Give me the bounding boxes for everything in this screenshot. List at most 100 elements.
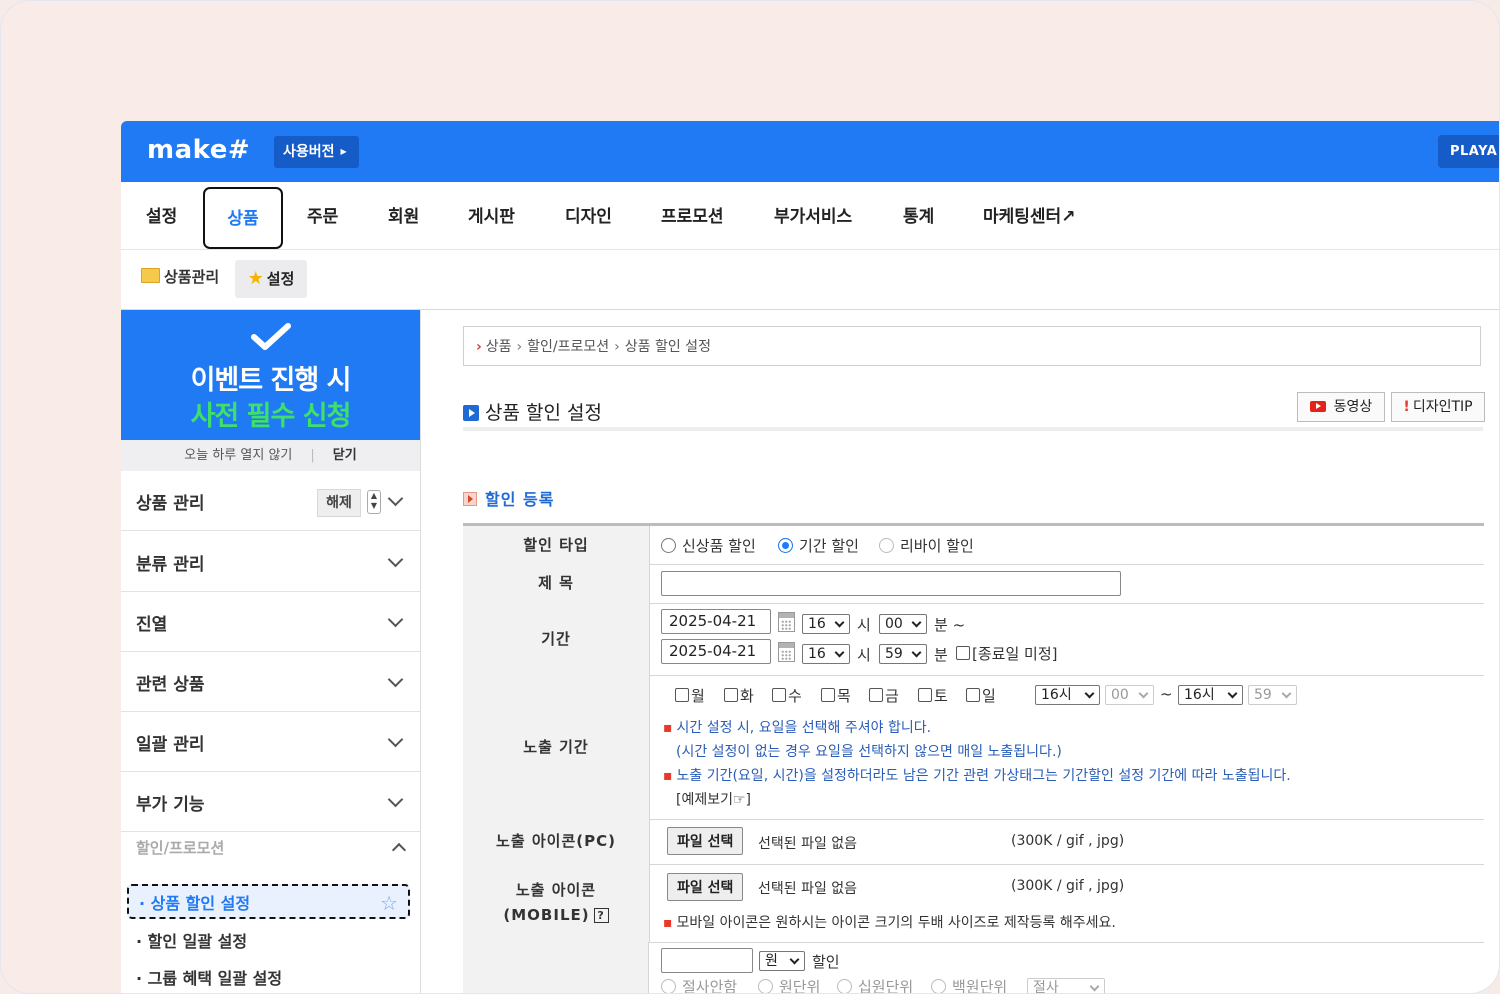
- sidebar-menu-bulk-management[interactable]: 일괄 관리: [121, 712, 420, 772]
- radio-label: 절사안함: [682, 978, 738, 994]
- sidebar-item-label: 그룹 혜택 일괄 설정: [147, 969, 283, 988]
- exposure-start-hour-select[interactable]: 16시: [1035, 685, 1100, 705]
- banner-close-link[interactable]: 닫기: [333, 448, 357, 463]
- checkbox-label: 토: [934, 687, 948, 705]
- sort-stepper-icon[interactable]: ▲ ▼: [367, 490, 381, 514]
- file-select-button[interactable]: 파일 선택: [667, 873, 744, 901]
- nav-design[interactable]: 디자인: [565, 182, 612, 249]
- nav-orders[interactable]: 주문: [307, 182, 338, 249]
- no-end-date-checkbox[interactable]: [종료일 미정]: [956, 643, 1057, 664]
- play-button[interactable]: PLAYA: [1438, 135, 1499, 168]
- day-checkbox-sun[interactable]: 일: [966, 685, 996, 706]
- day-checkbox-sat[interactable]: 토: [918, 685, 948, 706]
- sidebar-menu-product-management[interactable]: 상품 관리 해제 ▲ ▼: [121, 471, 420, 531]
- row-icon-mobile: 노출 아이콘 (MOBILE)? 파일 선택 선택된 파일 없음 (300K /…: [463, 864, 1484, 943]
- version-button[interactable]: 사용버전 ▶: [274, 136, 359, 168]
- checkbox: [918, 688, 932, 702]
- radio-ten-won-unit[interactable]: 십원단위: [837, 976, 913, 993]
- checkbox: [675, 688, 689, 702]
- day-checkbox-mon[interactable]: 월: [675, 685, 705, 706]
- exposure-start-minute-select[interactable]: 00: [1105, 685, 1154, 705]
- nav-statistics[interactable]: 통계: [903, 182, 934, 249]
- row-exposure-period: 노출 기간 월 화 수 목 금 토 일 16시 00 ~ 16시 59 ▪ 시간 …: [463, 675, 1484, 820]
- nav-settings[interactable]: 설정: [146, 182, 177, 249]
- discount-form: 할인 타입 신상품 할인 기간 할인 리바이 할인 제 목 기간 2025-04…: [463, 523, 1484, 994]
- chevron-down-icon: [387, 671, 404, 688]
- end-hour-select[interactable]: 16: [802, 644, 850, 664]
- row-discount-method: 할인방식 원 할인 절사안함 원단위 십원단위 백원단위 절사: [463, 942, 1484, 994]
- radio-hundred-won-unit[interactable]: 백원단위: [931, 976, 1007, 993]
- video-button[interactable]: 동영상: [1297, 392, 1385, 422]
- label-line: 노출 아이콘: [515, 881, 597, 899]
- sidebar-menu-discount-promotion[interactable]: 할인/프로모션: [121, 821, 420, 865]
- bullet-icon: ▪: [663, 768, 673, 784]
- exposure-period-cell: 월 화 수 목 금 토 일 16시 00 ~ 16시 59 ▪ 시간 설정 시, …: [661, 675, 1476, 819]
- sidebar-menu-display[interactable]: 진열: [121, 592, 420, 652]
- checkbox: [724, 688, 738, 702]
- subnav-product-management[interactable]: 상품관리: [141, 266, 219, 287]
- day-checkbox-thu[interactable]: 목: [821, 685, 851, 706]
- top-bar: make# 사용버전 ▶ PLAYA: [121, 121, 1499, 182]
- help-icon[interactable]: ?: [593, 908, 609, 923]
- radio-label: 원단위: [779, 978, 821, 994]
- checkbox-label: [종료일 미정]: [972, 645, 1058, 663]
- calendar-icon[interactable]: [778, 612, 795, 632]
- end-date-input[interactable]: 2025-04-21: [661, 639, 771, 664]
- rounding-mode-select[interactable]: 절사: [1027, 978, 1105, 993]
- file-status: 선택된 파일 없음: [758, 881, 858, 897]
- nav-promotion[interactable]: 프로모션: [661, 182, 724, 249]
- star-outline-icon[interactable]: ☆: [380, 886, 398, 921]
- note-text: 노출 기간(요일, 시간)을 설정하더라도 남은 기간 관련 가상태그는 기간할…: [676, 768, 1291, 784]
- radio-new-product[interactable]: 신상품 할인: [661, 535, 756, 556]
- sidebar-item-group-benefit[interactable]: · 그룹 혜택 일괄 설정: [136, 965, 282, 989]
- sidebar-item-bulk-discount[interactable]: · 할인 일괄 설정: [136, 928, 247, 952]
- day-checkbox-fri[interactable]: 금: [869, 685, 899, 706]
- sidebar: 이벤트 진행 시 사전 필수 신청 오늘 하루 열지 않기 | 닫기 상품 관리 해…: [121, 310, 421, 993]
- nav-products[interactable]: 상품: [203, 187, 283, 249]
- minute-unit: 분: [934, 646, 948, 664]
- sidebar-menu-label: 일괄 관리: [136, 735, 205, 755]
- radio-no-rounding[interactable]: 절사안함: [661, 976, 738, 994]
- main-nav: 설정 상품 주문 회원 게시판 디자인 프로모션 부가서비스 통계 마케팅센터↗: [121, 182, 1499, 250]
- sidebar-menu-related-products[interactable]: 관련 상품: [121, 652, 420, 712]
- chevron-down-icon[interactable]: [387, 490, 404, 507]
- radio-circle-checked: [778, 538, 793, 553]
- sidebar-item-product-discount-settings[interactable]: · 상품 할인 설정 ☆: [127, 884, 410, 919]
- calendar-icon[interactable]: [778, 642, 795, 662]
- discount-type-options: 신상품 할인 기간 할인 리바이 할인: [661, 526, 1476, 564]
- day-checkbox-tue[interactable]: 화: [724, 685, 754, 706]
- nav-marketing-center[interactable]: 마케팅센터↗: [983, 182, 1075, 249]
- radio-rebuy-discount[interactable]: 리바이 할인: [879, 535, 974, 556]
- nav-board[interactable]: 게시판: [468, 182, 515, 249]
- label-exposure-period: 노출 기간: [463, 675, 650, 819]
- subnav-starred-settings[interactable]: ★ 설정: [235, 260, 307, 298]
- exposure-end-hour-select[interactable]: 16시: [1178, 685, 1243, 705]
- discount-amount-input[interactable]: [661, 948, 753, 973]
- file-select-button[interactable]: 파일 선택: [667, 827, 744, 855]
- checkbox: [821, 688, 835, 702]
- title-input[interactable]: [661, 571, 1121, 596]
- breadcrumb-item[interactable]: 할인/프로모션: [527, 339, 609, 355]
- exposure-end-minute-select[interactable]: 59: [1248, 685, 1297, 705]
- checkbox-label: 목: [837, 687, 851, 705]
- cancel-button[interactable]: 해제: [317, 489, 361, 517]
- day-checkbox-wed[interactable]: 수: [772, 685, 802, 706]
- nav-members[interactable]: 회원: [388, 182, 419, 249]
- start-date-input[interactable]: 2025-04-21: [661, 609, 771, 634]
- start-hour-select[interactable]: 16: [802, 614, 850, 634]
- radio-period-discount[interactable]: 기간 할인: [778, 535, 859, 556]
- example-link[interactable]: [예제보기☞]: [676, 789, 751, 809]
- sidebar-menu-category-management[interactable]: 분류 관리: [121, 532, 420, 592]
- discount-unit-select[interactable]: 원: [759, 951, 805, 971]
- hide-today-link[interactable]: 오늘 하루 열지 않기: [184, 448, 292, 463]
- logo[interactable]: make#: [147, 135, 250, 165]
- nav-addon-services[interactable]: 부가서비스: [774, 182, 852, 249]
- end-minute-select[interactable]: 59: [879, 644, 927, 664]
- tilde: ~: [952, 616, 966, 634]
- radio-won-unit[interactable]: 원단위: [758, 976, 821, 994]
- event-banner[interactable]: 이벤트 진행 시 사전 필수 신청: [121, 310, 420, 440]
- start-minute-select[interactable]: 00: [879, 614, 927, 634]
- design-tip-button[interactable]: ! 디자인TIP: [1391, 392, 1485, 422]
- sidebar-menu-label: 부가 기능: [136, 795, 205, 815]
- breadcrumb-item[interactable]: 상품: [486, 339, 512, 355]
